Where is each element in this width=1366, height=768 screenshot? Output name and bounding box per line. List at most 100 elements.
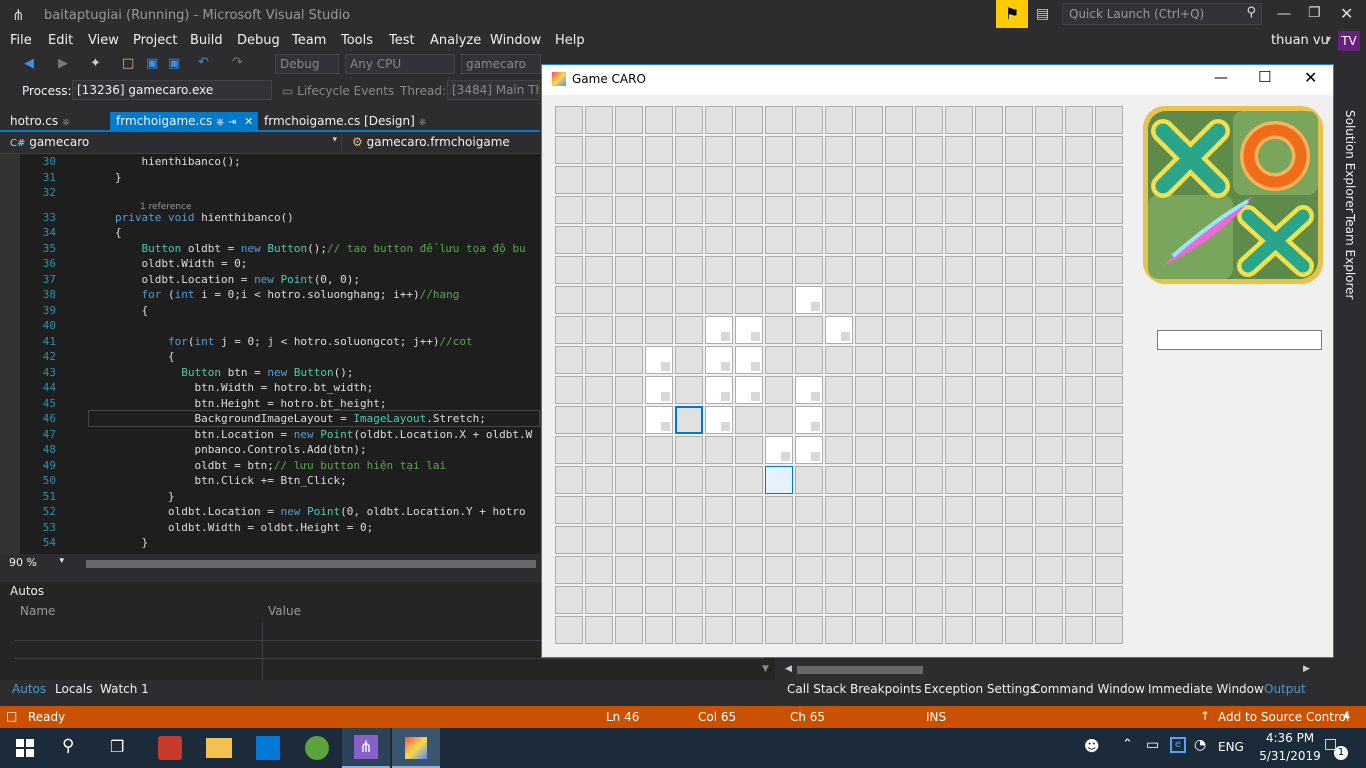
board-cell[interactable] — [675, 526, 703, 554]
board-cell[interactable] — [765, 376, 793, 404]
board-cell[interactable] — [555, 106, 583, 134]
board-cell[interactable] — [705, 196, 733, 224]
board-cell[interactable] — [615, 316, 643, 344]
board-cell[interactable] — [675, 586, 703, 614]
board-cell[interactable] — [615, 406, 643, 434]
board-cell[interactable] — [945, 436, 973, 464]
board-cell[interactable] — [555, 166, 583, 194]
board-cell[interactable] — [855, 406, 883, 434]
board-cell[interactable] — [945, 286, 973, 314]
board-cell[interactable] — [885, 556, 913, 584]
board-cell[interactable] — [855, 436, 883, 464]
board-cell[interactable] — [855, 286, 883, 314]
tab-immediate-window[interactable]: Immediate Window — [1148, 682, 1264, 696]
board-cell[interactable] — [795, 196, 823, 224]
board-cell[interactable] — [645, 166, 673, 194]
minimize-icon[interactable]: — — [1277, 6, 1291, 22]
board-cell[interactable] — [945, 226, 973, 254]
people-icon[interactable]: ☻ — [1084, 737, 1100, 755]
column-header-name[interactable]: Name — [20, 604, 55, 618]
board-cell[interactable] — [885, 196, 913, 224]
tab-watch-1[interactable]: Watch 1 — [100, 682, 149, 696]
board-cell[interactable] — [885, 406, 913, 434]
board-cell[interactable] — [825, 586, 853, 614]
board-cell[interactable] — [885, 226, 913, 254]
board-cell[interactable] — [1035, 616, 1063, 644]
board-cell[interactable] — [1095, 286, 1123, 314]
board-cell[interactable] — [615, 616, 643, 644]
board-cell[interactable] — [1035, 256, 1063, 284]
board-cell[interactable] — [795, 466, 823, 494]
board-cell[interactable] — [1005, 496, 1033, 524]
board-cell[interactable] — [1005, 196, 1033, 224]
board-cell[interactable] — [855, 586, 883, 614]
board-cell[interactable] — [915, 166, 943, 194]
tab-call-stack[interactable]: Call Stack — [787, 682, 846, 696]
save-all-icon[interactable]: ▣ — [168, 56, 180, 71]
board-cell[interactable] — [585, 526, 613, 554]
board-cell[interactable] — [915, 436, 943, 464]
file-explorer-icon[interactable] — [206, 738, 232, 758]
board-cell[interactable] — [825, 526, 853, 554]
pin-icon[interactable]: ⎈ — [62, 117, 70, 128]
board-cell[interactable] — [585, 166, 613, 194]
board-cell[interactable] — [705, 256, 733, 284]
board-cell[interactable] — [675, 466, 703, 494]
board-cell[interactable] — [765, 256, 793, 284]
board-cell[interactable] — [585, 376, 613, 404]
menu-team[interactable]: Team — [292, 33, 326, 48]
board-cell[interactable] — [585, 316, 613, 344]
board-cell[interactable] — [885, 286, 913, 314]
board-cell[interactable] — [795, 166, 823, 194]
board-cell[interactable] — [555, 616, 583, 644]
chevron-up-icon[interactable]: ▲ — [1343, 710, 1350, 720]
board-cell[interactable] — [795, 586, 823, 614]
board-cell[interactable] — [1065, 166, 1093, 194]
menu-project[interactable]: Project — [133, 33, 177, 48]
chevron-down-icon[interactable]: ▾ — [1326, 34, 1331, 45]
board-cell[interactable] — [855, 556, 883, 584]
board-cell[interactable] — [765, 586, 793, 614]
menu-window[interactable]: Window — [490, 33, 541, 48]
board-cell[interactable] — [675, 436, 703, 464]
menu-build[interactable]: Build — [190, 33, 223, 48]
board-cell[interactable] — [975, 586, 1003, 614]
board-cell[interactable] — [735, 196, 763, 224]
avatar[interactable]: TV — [1338, 31, 1360, 51]
board-cell[interactable] — [1005, 316, 1033, 344]
board-cell[interactable] — [765, 496, 793, 524]
board-cell[interactable] — [1095, 496, 1123, 524]
board-cell[interactable] — [1095, 436, 1123, 464]
output-scrollbar[interactable] — [797, 666, 923, 674]
board-cell[interactable] — [855, 226, 883, 254]
tab-autos[interactable]: Autos — [12, 682, 46, 696]
board-cell[interactable] — [1035, 496, 1063, 524]
board-cell[interactable] — [555, 436, 583, 464]
board-cell[interactable] — [585, 586, 613, 614]
board-cell[interactable] — [915, 286, 943, 314]
board-cell[interactable] — [945, 106, 973, 134]
board-cell[interactable] — [975, 316, 1003, 344]
horizontal-scrollbar[interactable] — [86, 560, 536, 568]
board-cell[interactable] — [615, 226, 643, 254]
board-cell[interactable] — [945, 556, 973, 584]
board-cell[interactable] — [735, 136, 763, 164]
board-cell[interactable] — [1035, 196, 1063, 224]
board-cell[interactable] — [555, 406, 583, 434]
board-cell-marked[interactable] — [705, 346, 733, 374]
board-cell[interactable] — [975, 166, 1003, 194]
board-cell[interactable] — [795, 226, 823, 254]
class-dropdown[interactable]: ⚙ gamecaro.frmchoigame — [348, 134, 538, 152]
close-tab-icon[interactable]: ✕ — [244, 115, 253, 128]
board-cell[interactable] — [555, 526, 583, 554]
board-cell[interactable] — [1065, 616, 1093, 644]
board-cell[interactable] — [855, 136, 883, 164]
board-cell[interactable] — [645, 556, 673, 584]
board-cell[interactable] — [675, 496, 703, 524]
board-cell[interactable] — [1035, 586, 1063, 614]
board-cell-marked[interactable] — [735, 346, 763, 374]
board-cell[interactable] — [1065, 256, 1093, 284]
board-cell[interactable] — [945, 496, 973, 524]
board-cell[interactable] — [585, 226, 613, 254]
board-cell[interactable] — [555, 286, 583, 314]
